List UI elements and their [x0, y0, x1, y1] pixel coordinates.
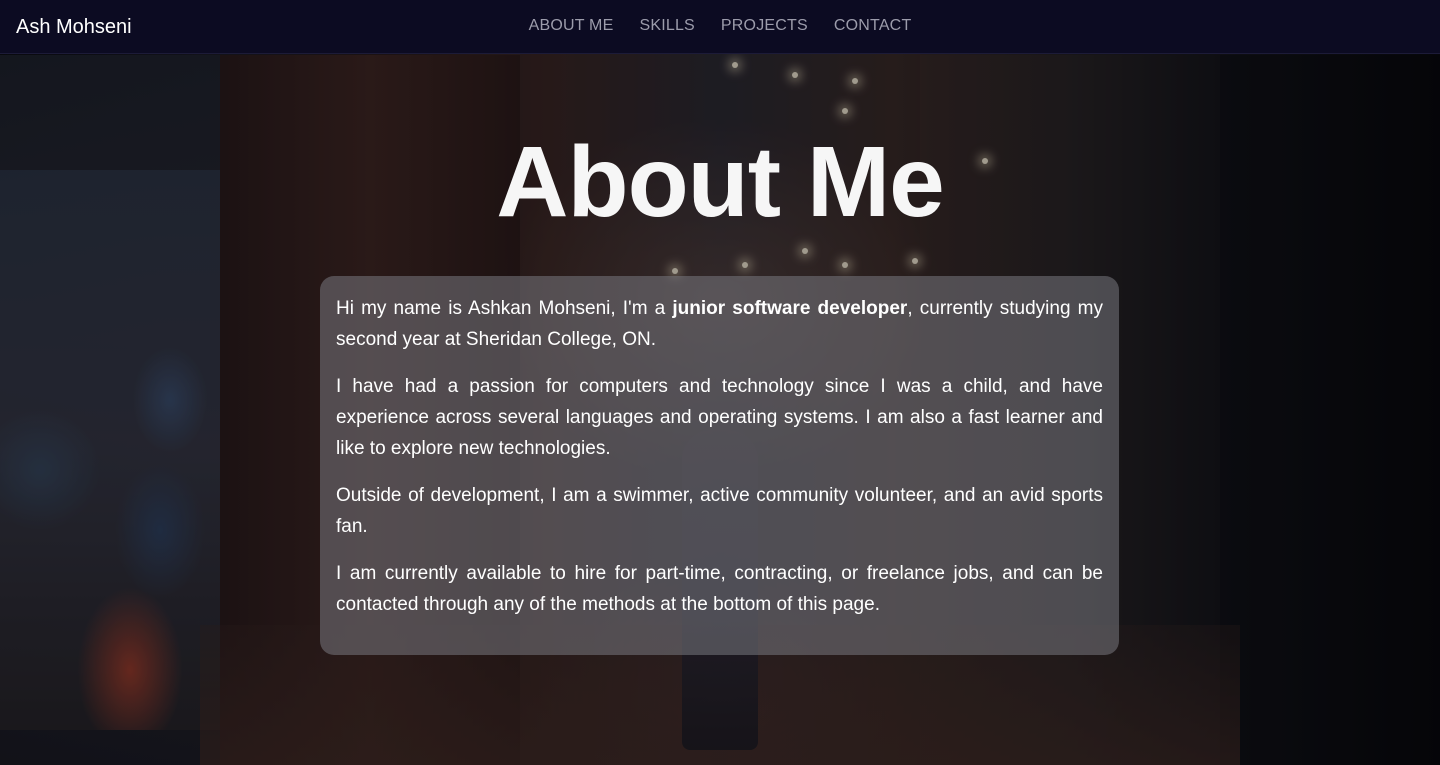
about-card: Hi my name is Ashkan Mohseni, I'm a juni…	[320, 276, 1119, 655]
nav-links: ABOUT ME SKILLS PROJECTS CONTACT	[520, 16, 920, 36]
top-navbar: Ash Mohseni ABOUT ME SKILLS PROJECTS CON…	[0, 0, 1440, 54]
page: Ash Mohseni ABOUT ME SKILLS PROJECTS CON…	[0, 0, 1440, 765]
nav-link-skills[interactable]: SKILLS	[639, 16, 694, 36]
intro-text-before: Hi my name is Ashkan Mohseni, I'm a	[336, 298, 673, 319]
brand-link[interactable]: Ash Mohseni	[16, 14, 132, 40]
about-paragraph-passion: I have had a passion for computers and t…	[336, 376, 1103, 459]
nav-link-contact[interactable]: CONTACT	[834, 16, 912, 36]
intro-text-bold: junior software developer	[672, 298, 908, 319]
nav-link-projects[interactable]: PROJECTS	[721, 16, 808, 36]
nav-link-about-me[interactable]: ABOUT ME	[529, 16, 614, 36]
about-paragraph-intro: Hi my name is Ashkan Mohseni, I'm a juni…	[336, 293, 1103, 355]
about-paragraph-availability: I am currently available to hire for par…	[336, 563, 1103, 615]
page-title: About Me	[496, 126, 944, 238]
about-paragraph-hobbies: Outside of development, I am a swimmer, …	[336, 485, 1103, 537]
